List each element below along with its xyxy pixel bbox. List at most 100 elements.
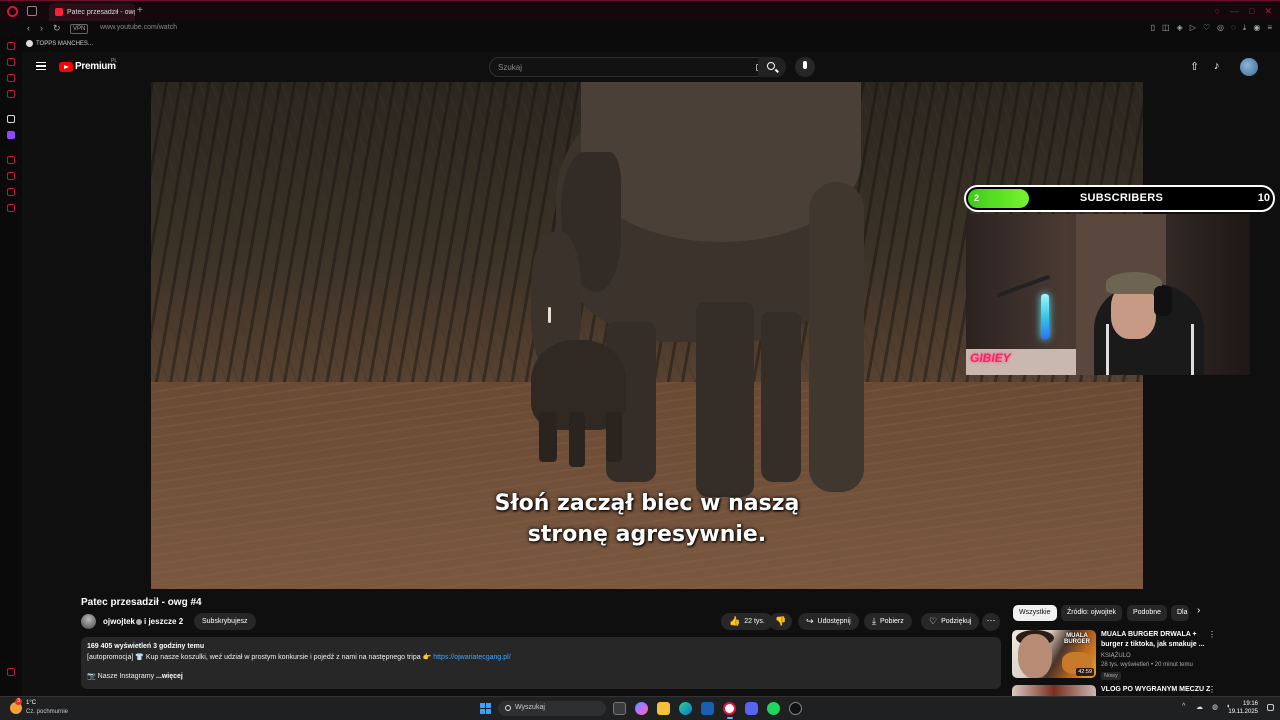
sidebar-twitch-icon[interactable]	[7, 131, 15, 139]
share-icon: ↪	[806, 616, 814, 626]
tab-islands-icon[interactable]	[27, 6, 37, 16]
steam-icon[interactable]	[789, 702, 802, 715]
download-icon: ⤓	[872, 616, 876, 626]
youtube-brand[interactable]: Premium	[75, 61, 116, 72]
sidebar-messenger-icon[interactable]	[7, 74, 15, 82]
thanks-button[interactable]: ♡ Podziękuj	[921, 613, 980, 630]
browser-tab[interactable]: Patec przesadził - owg	[49, 3, 135, 21]
show-more-link[interactable]: ...więcej	[156, 673, 183, 680]
channel-name[interactable]: ojwojtek	[103, 617, 135, 626]
upload-icon[interactable]: ⇧	[1190, 60, 1199, 73]
tray-chevron-icon[interactable]: ^	[1182, 703, 1185, 710]
clock[interactable]: 19:16 19.11.2025	[1228, 700, 1258, 716]
discord-icon[interactable]	[745, 702, 758, 715]
like-button[interactable]: 👍 22 tys.	[721, 613, 773, 630]
tray-onedrive-icon[interactable]: ☁	[1196, 703, 1203, 711]
start-button-icon[interactable]	[480, 703, 491, 714]
promo-link[interactable]: https://ojwariatecgang.pl/	[433, 654, 510, 661]
calf-leg	[569, 412, 585, 467]
sidebar-history-icon[interactable]	[7, 156, 15, 164]
network-icon[interactable]: ◍	[1212, 703, 1218, 711]
close-icon[interactable]: ✕	[1264, 6, 1272, 17]
bookmark-item[interactable]: TOPPS MANCHES...	[26, 40, 93, 47]
sidebar-settings-icon[interactable]	[7, 204, 15, 212]
store-icon[interactable]	[701, 702, 714, 715]
channel-collaborators[interactable]: i jeszcze 2	[144, 617, 183, 626]
search-input[interactable]: Szukaj	[489, 57, 773, 77]
menu-icon[interactable]: ≡	[1267, 23, 1272, 33]
sidebar-more-icon[interactable]	[7, 668, 15, 676]
sidebar-opera-icon[interactable]	[7, 42, 15, 50]
taskbar-search-input[interactable]: Wyszukaj	[498, 701, 606, 716]
video-description[interactable]: 169 405 wyświetleń 3 godziny temu [autop…	[81, 637, 1001, 689]
youtube-favicon-icon	[55, 8, 63, 16]
browser-tab-bar: Patec przesadził - owg + ○ — □ ✕	[0, 0, 1280, 22]
channel-avatar[interactable]	[81, 614, 96, 629]
forward-icon[interactable]: ›	[40, 23, 43, 33]
back-icon[interactable]: ‹	[27, 23, 30, 33]
dislike-button[interactable]: 👎	[769, 613, 793, 630]
hamburger-menu-icon[interactable]	[36, 62, 46, 70]
sidebar-bag-icon[interactable]	[7, 58, 15, 66]
weather-temperature[interactable]: 1°C	[26, 700, 36, 706]
bookmark-icon[interactable]: ▯	[1151, 23, 1155, 33]
taskbar: 3 1°C Cz. pochmurnie Wyszukaj ^ ☁ ◍ ◖ 19…	[0, 696, 1280, 720]
elephant-tusk	[548, 307, 551, 323]
extensions-icon[interactable]: ◎	[1217, 23, 1224, 33]
search-tabs-icon[interactable]: ○	[1215, 6, 1220, 17]
more-actions-button[interactable]: ⋯	[982, 613, 1000, 631]
chip-related[interactable]: Podobne	[1127, 605, 1168, 621]
snapshot-icon[interactable]: ◫	[1162, 23, 1170, 33]
chip-source[interactable]: Źródło: ojwojtek	[1061, 605, 1123, 621]
url-field[interactable]: www.youtube.com/watch	[100, 24, 177, 31]
subscribe-button[interactable]: Subskrybujesz	[194, 613, 256, 630]
task-view-icon[interactable]	[613, 702, 626, 715]
new-tab-icon[interactable]: +	[137, 5, 143, 16]
opera-logo-icon[interactable]	[7, 6, 18, 17]
jacket-stripe	[1106, 324, 1109, 375]
download-button[interactable]: ⤓ Pobierz	[864, 613, 912, 630]
recommendation-channel[interactable]: KSIĄŻULO	[1101, 653, 1131, 659]
recommendation-title[interactable]: MUALA BURGER DRWALA + burger z tiktoka, …	[1101, 630, 1213, 650]
shield-icon[interactable]: ◈	[1177, 23, 1183, 33]
opera-taskbar-icon[interactable]	[723, 702, 736, 715]
recommendation-thumbnail[interactable]: MUALA BURGER 42:59	[1012, 630, 1096, 678]
sidebar-aria-icon[interactable]	[7, 115, 15, 123]
bell-icon[interactable]: ♪	[1214, 60, 1220, 72]
share-button[interactable]: ↪ Udostępnij	[798, 613, 859, 630]
subscriber-goal: 10	[1257, 192, 1270, 204]
chip-all[interactable]: Wszystkie	[1013, 605, 1057, 621]
recommendation-item[interactable]: MUALA BURGER 42:59 MUALA BURGER DRWALA +…	[1012, 630, 1242, 680]
edge-icon[interactable]	[679, 702, 692, 715]
file-explorer-icon[interactable]	[657, 702, 670, 715]
minimize-icon[interactable]: —	[1230, 6, 1239, 17]
recommendation-thumbnail[interactable]	[1012, 685, 1096, 696]
notifications-icon[interactable]	[1267, 704, 1274, 711]
recommendation-title[interactable]: VLOG PO WYGRANYM MECZU Z	[1101, 685, 1213, 695]
profile-icon[interactable]: ◉	[1253, 23, 1260, 33]
search-button[interactable]	[758, 57, 786, 77]
maximize-icon[interactable]: □	[1249, 6, 1254, 17]
reload-icon[interactable]: ↻	[53, 23, 61, 34]
like-count: 22 tys.	[744, 618, 765, 625]
sidebar-instagram-icon[interactable]	[7, 90, 15, 98]
download-icon[interactable]: ⤓	[1243, 23, 1247, 33]
chips-next-icon[interactable]: ›	[1197, 605, 1200, 616]
heart-dollar-icon: ♡	[929, 616, 938, 626]
copilot-icon[interactable]	[635, 702, 648, 715]
voice-search-button[interactable]	[795, 57, 815, 77]
avatar[interactable]	[1240, 58, 1258, 76]
recommendation-menu-icon[interactable]: ⋮	[1208, 685, 1216, 694]
recommendation-menu-icon[interactable]: ⋮	[1208, 630, 1216, 639]
chat-icon[interactable]: ◌	[1231, 23, 1236, 33]
youtube-logo-icon[interactable]	[59, 62, 73, 72]
chip-for-you[interactable]: Dla	[1171, 605, 1189, 621]
weather-description[interactable]: Cz. pochmurnie	[26, 709, 68, 715]
play-icon[interactable]: ▷	[1190, 23, 1196, 33]
sidebar-downloads-icon[interactable]	[7, 172, 15, 180]
recommendation-item[interactable]: VLOG PO WYGRANYM MECZU Z ⋮	[1012, 685, 1242, 696]
heart-icon[interactable]: ♡	[1203, 23, 1210, 33]
sidebar-bulb-icon[interactable]	[7, 188, 15, 196]
spotify-icon[interactable]	[767, 702, 780, 715]
vpn-badge[interactable]: VPN	[70, 24, 89, 34]
